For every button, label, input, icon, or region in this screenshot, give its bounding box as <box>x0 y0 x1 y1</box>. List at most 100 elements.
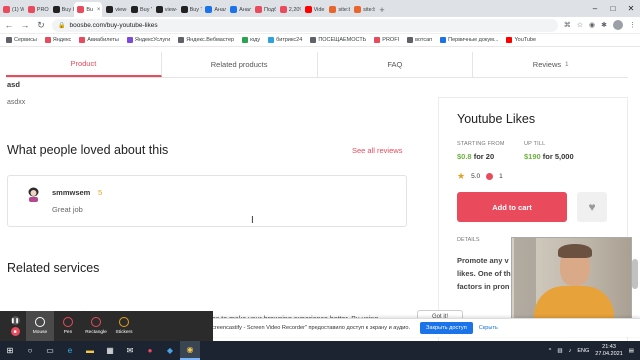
taskbar: ⊞ ○ ▭ e ▬ ▦ ✉ ● ◆ ◉ ^ ▥ ♪ ENG 21:43 27.0… <box>0 341 640 360</box>
tab-favicon-icon <box>354 6 362 13</box>
browser-tab-label: PROF <box>36 6 49 13</box>
close-window-button[interactable]: ✕ <box>622 0 640 17</box>
chrome-icon[interactable]: ◉ <box>180 341 200 360</box>
rating-row: ★ 5.0 1 <box>457 171 503 182</box>
browser-tab[interactable]: Buy Y <box>128 2 152 17</box>
add-to-cart-button[interactable]: Add to cart <box>457 192 567 222</box>
store-icon[interactable]: ▦ <box>100 341 120 360</box>
forward-icon[interactable]: → <box>20 20 30 30</box>
bookmark-item[interactable]: ПОСЕЩАЕМОСТЬ <box>310 37 366 43</box>
pause-icon[interactable]: ❚❚ <box>10 316 20 325</box>
window-controls: – □ ✕ <box>586 0 640 17</box>
minimize-button[interactable]: – <box>586 0 604 17</box>
screencastify-tool-pen[interactable]: Pen <box>54 311 82 341</box>
see-all-reviews-link[interactable]: See all reviews <box>352 146 402 155</box>
screencastify-tool-rectangle[interactable]: Rectangle <box>82 311 110 341</box>
page-scrollbar[interactable] <box>632 259 638 289</box>
bookmark-item[interactable]: Сервисы <box>6 37 37 43</box>
browser-tab[interactable]: 2,20% <box>277 2 301 17</box>
screencastify-tool-mouse[interactable]: Mouse <box>26 311 54 341</box>
app-icon-2[interactable]: ◆ <box>160 341 180 360</box>
network-icon[interactable]: ▥ <box>557 348 562 354</box>
screencastify-tool-stickers[interactable]: Stickers <box>110 311 138 341</box>
bookmark-item[interactable]: битрикс24 <box>268 37 302 43</box>
browser-tab[interactable]: view- <box>153 2 177 17</box>
bookmark-favicon-icon <box>242 37 249 43</box>
product-tabs: Product Related products FAQ Reviews 1 <box>6 52 628 78</box>
browser-tab[interactable]: Анал <box>202 2 226 17</box>
browser-tab[interactable]: Анал <box>227 2 251 17</box>
browser-tab[interactable]: Подб <box>252 2 276 17</box>
bookmark-item[interactable]: Яндекс.Вебмастер <box>178 37 234 43</box>
tool-label: Stickers <box>115 330 133 335</box>
browser-tab-label: view- <box>164 6 177 13</box>
reviews-value: 1 <box>499 173 503 180</box>
tab-reviews[interactable]: Reviews 1 <box>473 52 628 77</box>
bookmark-item[interactable]: вотсап <box>407 37 432 43</box>
browser-tab[interactable]: (1) W <box>0 2 24 17</box>
bookmark-item[interactable]: Первичные докум... <box>440 37 498 43</box>
upto-price-value: $190 <box>524 152 541 161</box>
new-tab-button[interactable]: + <box>376 2 388 17</box>
bookmark-item[interactable]: ЯндексУслуги <box>126 37 170 43</box>
browser-tab-label: 2,20% <box>288 6 301 13</box>
stop-icon[interactable]: ■ <box>10 327 20 336</box>
clock[interactable]: 21:43 27.04.2021 <box>595 344 623 358</box>
bookmark-item[interactable]: юду <box>242 37 260 43</box>
browser-tab[interactable]: PROF <box>25 2 49 17</box>
bookmark-item[interactable]: YouTube <box>506 37 536 43</box>
app-icon[interactable]: ● <box>140 341 160 360</box>
maximize-button[interactable]: □ <box>604 0 622 17</box>
bookmark-item[interactable]: Яндекс <box>44 37 71 43</box>
browser-tab[interactable]: site:b <box>326 2 350 17</box>
favorite-heart-icon[interactable]: ♥ <box>577 192 607 222</box>
explorer-icon[interactable]: ▬ <box>80 341 100 360</box>
bookmarks-bar: Сервисы Яндекс Авиабилеты ЯндексУслуги Яндек… <box>0 34 640 47</box>
menu-icon[interactable]: ⋮ <box>629 21 636 29</box>
notifications-icon[interactable]: ▤ <box>629 348 634 354</box>
mail-icon[interactable]: ✉ <box>120 341 140 360</box>
address-bar[interactable]: 🔒 boosbe.com/buy-youtube-likes <box>52 18 558 32</box>
browser-tab[interactable]: view- <box>103 2 127 17</box>
browser-tab[interactable]: Buy T <box>178 2 202 17</box>
profile-avatar[interactable] <box>613 20 623 30</box>
bookmark-label: битрикс24 <box>276 37 303 43</box>
browser-tab[interactable]: Bu × <box>74 2 103 17</box>
tab-product[interactable]: Product <box>6 52 162 77</box>
start-icon[interactable]: ⊞ <box>0 341 20 360</box>
bookmark-item[interactable]: Авиабилеты <box>79 37 119 43</box>
tab-faq[interactable]: FAQ <box>318 52 474 77</box>
bookmark-item[interactable]: PROFI <box>374 37 399 43</box>
product-title: Youtube Likes <box>457 112 536 126</box>
tab-related-products[interactable]: Related products <box>162 52 318 77</box>
hide-button[interactable]: Скрыть <box>479 325 498 331</box>
reviews-dot-icon <box>486 173 494 180</box>
description-body: asdxx <box>7 99 26 106</box>
webcam-overlay[interactable] <box>511 237 632 328</box>
browser-tab[interactable]: Vide <box>302 2 326 17</box>
back-icon[interactable]: ← <box>4 20 14 30</box>
search-icon[interactable]: ○ <box>20 341 40 360</box>
close-tab-icon[interactable]: × <box>97 7 101 13</box>
stop-sharing-button[interactable]: Закрыть доступ <box>420 322 473 334</box>
rating-value: 5.0 <box>471 173 481 180</box>
tray-up-icon[interactable]: ^ <box>549 348 552 354</box>
volume-icon[interactable]: ♪ <box>569 348 572 354</box>
reload-icon[interactable]: ↻ <box>36 20 46 31</box>
bookmark-favicon-icon <box>79 37 86 43</box>
task-view-icon[interactable]: ▭ <box>40 341 60 360</box>
star-icon: ★ <box>457 171 466 181</box>
puzzle-icon[interactable]: ✱ <box>601 21 607 29</box>
starting-from-label: STARTING FROM <box>457 141 505 147</box>
tool-label: Mouse <box>32 330 48 335</box>
tab-label: FAQ <box>387 60 403 69</box>
browser-tab[interactable]: Buy I <box>50 2 74 17</box>
language-indicator[interactable]: ENG <box>577 348 589 354</box>
bookmark-favicon-icon <box>178 37 185 43</box>
browser-tab[interactable]: site:b <box>351 2 375 17</box>
bookmark-star-icon[interactable]: ☆ <box>577 21 583 29</box>
tab-favicon-icon <box>130 6 138 13</box>
extension-icon[interactable]: ◉ <box>589 21 595 29</box>
edge-icon[interactable]: e <box>60 341 80 360</box>
translate-icon[interactable]: ⌘ <box>564 21 571 29</box>
